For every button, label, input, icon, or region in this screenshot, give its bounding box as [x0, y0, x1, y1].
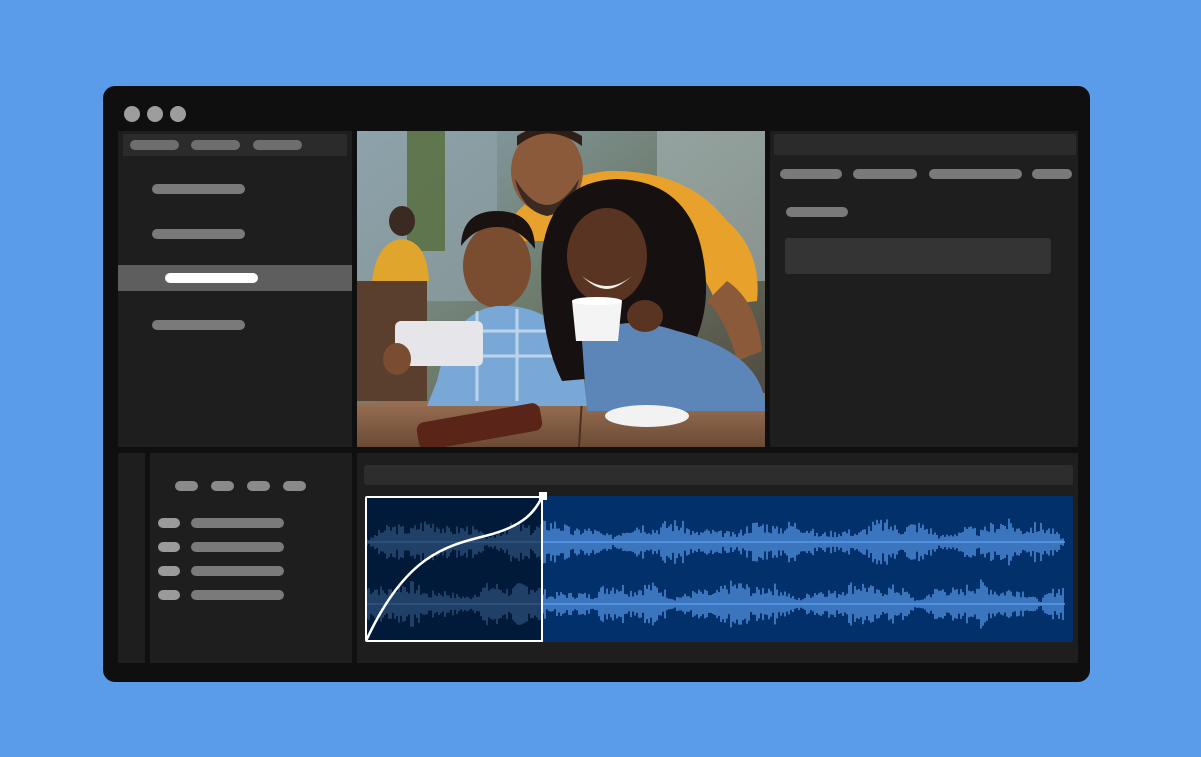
window-controls: [124, 106, 186, 122]
fade-in-region[interactable]: [365, 496, 543, 642]
video-frame-photo: [357, 131, 765, 447]
tool-strip: [118, 453, 145, 663]
track-tool-button[interactable]: [247, 481, 270, 491]
inspector-tab-1[interactable]: [780, 169, 842, 179]
media-tab-2[interactable]: [191, 140, 240, 150]
editor-window: [103, 86, 1090, 682]
media-list-item[interactable]: [118, 221, 352, 247]
media-tab-1[interactable]: [130, 140, 179, 150]
track-toggle[interactable]: [158, 566, 180, 576]
track-tool-button[interactable]: [211, 481, 234, 491]
media-list-item[interactable]: [118, 312, 352, 338]
audio-clip[interactable]: [365, 496, 1073, 642]
window-close-icon[interactable]: [124, 106, 140, 122]
media-item-label: [165, 273, 258, 283]
track-name: [191, 590, 284, 600]
track-toggle[interactable]: [158, 590, 180, 600]
media-list-item-selected[interactable]: [118, 265, 352, 291]
video-preview[interactable]: [357, 131, 765, 447]
track-toggle[interactable]: [158, 542, 180, 552]
media-tab-3[interactable]: [253, 140, 302, 150]
media-panel-toolbar: [123, 134, 347, 156]
fade-handle-icon[interactable]: [539, 492, 547, 500]
track-name: [191, 566, 284, 576]
media-list-item[interactable]: [118, 176, 352, 202]
media-item-label: [152, 184, 245, 194]
window-minimize-icon[interactable]: [147, 106, 163, 122]
inspector-tab-2[interactable]: [853, 169, 917, 179]
timeline-panel: [357, 453, 1078, 663]
media-item-label: [152, 229, 245, 239]
track-toggle[interactable]: [158, 518, 180, 528]
inspector-property-label: [786, 207, 848, 217]
timeline-ruler[interactable]: [364, 465, 1073, 485]
inspector-tab-3[interactable]: [929, 169, 1022, 179]
track-tool-button[interactable]: [175, 481, 198, 491]
inspector-header: [774, 134, 1076, 155]
window-maximize-icon[interactable]: [170, 106, 186, 122]
track-name: [191, 518, 284, 528]
media-panel: [118, 131, 352, 447]
track-tool-button[interactable]: [283, 481, 306, 491]
track-headers-panel: [150, 453, 352, 663]
inspector-panel: [770, 131, 1078, 447]
inspector-property-field[interactable]: [785, 238, 1051, 274]
track-name: [191, 542, 284, 552]
inspector-tab-4[interactable]: [1032, 169, 1072, 179]
media-item-label: [152, 320, 245, 330]
